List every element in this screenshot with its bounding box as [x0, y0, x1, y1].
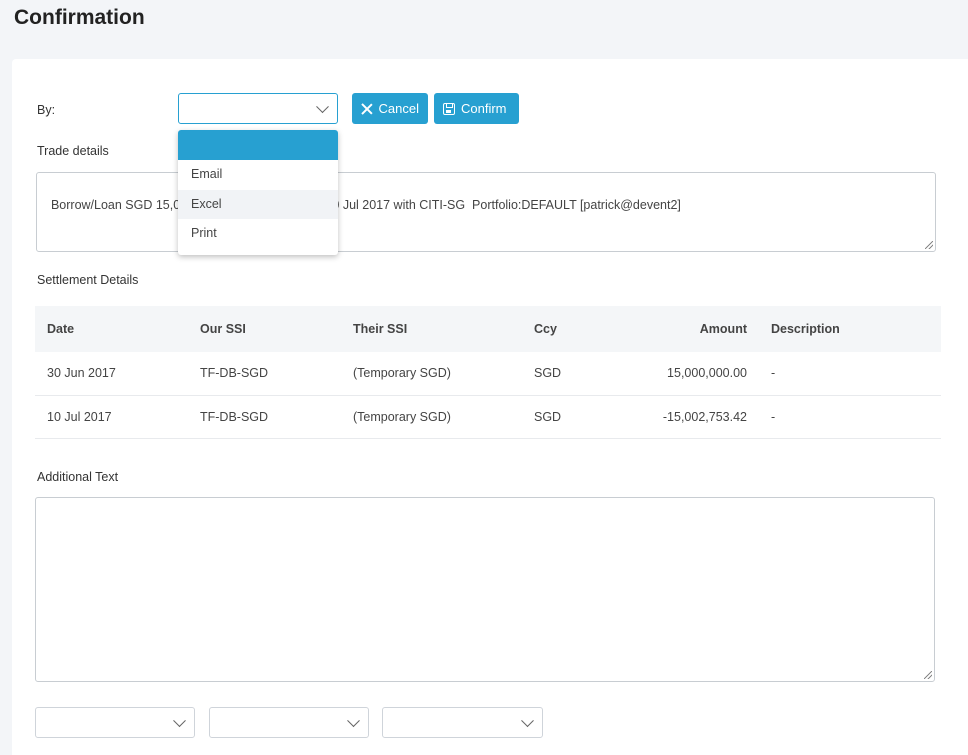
additional-text-textarea[interactable]	[35, 497, 935, 682]
bottom-select-1[interactable]	[35, 707, 195, 738]
settlement-details-label: Settlement Details	[37, 273, 139, 287]
cell-description: -	[759, 352, 941, 396]
table-row[interactable]: 10 Jul 2017 TF-DB-SGD (Temporary SGD) SG…	[35, 395, 941, 439]
cell-description: -	[759, 395, 941, 439]
confirm-button[interactable]: Confirm	[434, 93, 519, 124]
resize-handle-icon[interactable]	[925, 241, 933, 249]
column-header-ccy: Ccy	[522, 306, 602, 352]
trade-details-text: Borrow/Loan SGD 15,000,000.00 30 Jun 201…	[50, 198, 681, 213]
cell-date: 30 Jun 2017	[35, 352, 188, 396]
by-label: By:	[37, 103, 56, 117]
additional-text-label: Additional Text	[37, 470, 119, 484]
close-icon	[361, 103, 373, 115]
bottom-select-3[interactable]	[382, 707, 543, 738]
cell-ccy: SGD	[522, 395, 602, 439]
cell-amount: 15,000,000.00	[602, 352, 759, 396]
dropdown-option-email[interactable]: Email	[178, 160, 338, 190]
column-header-amount: Amount	[602, 306, 759, 352]
page-title: Confirmation	[14, 6, 145, 29]
chevron-down-icon	[347, 713, 360, 727]
cell-date: 10 Jul 2017	[35, 395, 188, 439]
chevron-down-icon	[316, 99, 329, 113]
cancel-button[interactable]: Cancel	[352, 93, 428, 124]
table-header-row: Date Our SSI Their SSI Ccy Amount Descri…	[35, 306, 941, 352]
by-select[interactable]	[178, 93, 338, 124]
cell-their-ssi: (Temporary SGD)	[341, 352, 522, 396]
dropdown-option-print[interactable]: Print	[178, 219, 338, 249]
cell-our-ssi: TF-DB-SGD	[188, 395, 341, 439]
column-header-date: Date	[35, 306, 188, 352]
bottom-select-2[interactable]	[209, 707, 369, 738]
column-header-our-ssi: Our SSI	[188, 306, 341, 352]
confirm-button-label: Confirm	[461, 101, 507, 116]
column-header-description: Description	[759, 306, 941, 352]
resize-handle-icon[interactable]	[924, 671, 932, 679]
trade-details-label: Trade details	[37, 144, 109, 158]
settlement-table: Date Our SSI Their SSI Ccy Amount Descri…	[35, 306, 941, 439]
cell-our-ssi: TF-DB-SGD	[188, 352, 341, 396]
column-header-their-ssi: Their SSI	[341, 306, 522, 352]
chevron-down-icon	[173, 713, 186, 727]
cell-amount: -15,002,753.42	[602, 395, 759, 439]
cell-their-ssi: (Temporary SGD)	[341, 395, 522, 439]
cell-ccy: SGD	[522, 352, 602, 396]
cancel-button-label: Cancel	[378, 101, 419, 116]
dropdown-option-blank[interactable]	[178, 130, 338, 160]
dropdown-option-excel[interactable]: Excel	[178, 189, 338, 219]
save-icon	[443, 102, 455, 115]
trade-details-textarea[interactable]: Borrow/Loan SGD 15,000,000.00 30 Jun 201…	[36, 172, 936, 252]
by-dropdown-menu: Email Excel Print	[178, 130, 338, 255]
chevron-down-icon	[521, 713, 534, 727]
table-row[interactable]: 30 Jun 2017 TF-DB-SGD (Temporary SGD) SG…	[35, 352, 941, 396]
